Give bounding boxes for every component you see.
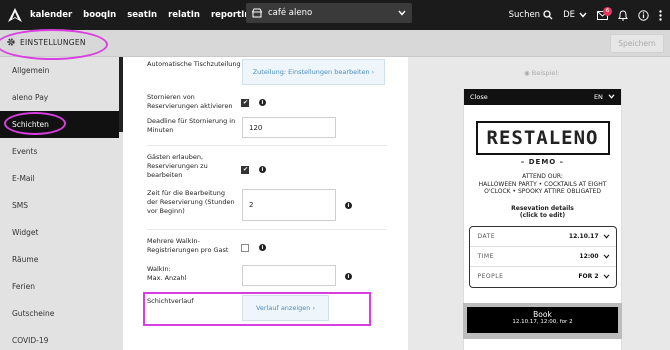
divider [147, 145, 387, 146]
row-key: TIME [477, 252, 494, 260]
notifications-button[interactable] [618, 9, 628, 21]
highlight-settings [0, 29, 108, 60]
reservation-details-table: DATE 12.10.17 TIME 12:00 PEOPLE FOR 2 [468, 225, 617, 288]
row-key: PEOPLE [477, 273, 504, 280]
chevron-down-icon [608, 94, 615, 99]
preview-caption: ◉ Beispiel: [524, 69, 559, 77]
logo-icon [8, 8, 22, 22]
sidebar-item-raeume[interactable]: Räume [0, 246, 123, 273]
widget-preview-panel: ◉ Beispiel: Close EN RESTALENO – DEMO – … [408, 57, 670, 350]
row-key: DATE [477, 232, 496, 240]
info-icon[interactable]: i [345, 273, 352, 280]
cancel-deadline-label: Deadline für Stornierung in Minuten [147, 117, 236, 134]
info-button[interactable] [638, 9, 649, 21]
book-summary: 12.10.17, 12:00, for 2 [512, 319, 573, 325]
book-button[interactable]: Book 12.10.17, 12:00, for 2 [467, 307, 618, 333]
demo-label: – DEMO – [520, 158, 565, 166]
edit-time-label: Zeit für die Bearbeitung der Reservierun… [147, 189, 235, 215]
nav-kalender[interactable]: kalender [30, 10, 72, 20]
highlight-schichten [4, 112, 66, 135]
chevron-down-icon [603, 253, 609, 259]
notification-badge: 6 [603, 6, 612, 16]
more-vertical-icon [659, 9, 662, 21]
info-circle-icon [638, 9, 649, 21]
chevron-down-icon [579, 12, 587, 18]
event-announcement: ATTEND OUR: HALLOWEEN PARTY • COCKTAILS … [478, 173, 607, 195]
search-label: Suchen [508, 10, 541, 20]
row-value: FOR 2 [578, 273, 599, 280]
sidebar-item-widget[interactable]: Widget [0, 219, 123, 246]
reservation-row-people[interactable]: PEOPLE FOR 2 [470, 267, 616, 287]
row-value: 12.10.17 [568, 232, 599, 240]
sidebar-item-aleno-pay[interactable]: aleno Pay [0, 84, 123, 111]
nav-seatin[interactable]: seatIn [127, 10, 157, 20]
top-bar: kalender booqIn seatIn relatIn reportIn … [0, 0, 670, 30]
search-button[interactable]: Suchen [509, 10, 553, 20]
chevron-down-icon [603, 233, 609, 239]
restaurant-logo: RESTALENO [475, 121, 610, 155]
venue-name: café aleno [268, 8, 313, 18]
sidebar-item-allgemein[interactable]: Allgemein [0, 57, 123, 84]
nav-reportin[interactable]: reportIn [211, 10, 250, 20]
widget-header: Close EN [464, 89, 621, 105]
edit-time-input[interactable]: 2 [242, 189, 336, 221]
book-bar: Book 12.10.17, 12:00, for 2 [463, 303, 622, 339]
info-icon[interactable]: i [259, 244, 266, 251]
walkin-max-label: WalkIn: Max. Anzahl [147, 265, 187, 282]
inbox-button[interactable]: 6 [597, 6, 612, 20]
walkin-max-input[interactable] [242, 265, 336, 286]
cancel-deadline-input[interactable]: 120 [242, 117, 336, 138]
eye-icon: ◉ [524, 69, 530, 77]
info-icon[interactable]: i [259, 99, 266, 106]
store-icon [252, 8, 262, 18]
info-icon[interactable]: i [259, 166, 266, 173]
cancel-reservations-checkbox[interactable] [241, 99, 249, 107]
multi-walkin-label: Mehrere WalkIn-Registrierungen pro Gast [147, 237, 229, 254]
venue-selector[interactable]: café aleno [246, 3, 412, 23]
language-label: DE [563, 10, 575, 20]
sidebar-item-gutscheine[interactable]: Gutscheine [0, 300, 123, 327]
widget-language-selector[interactable]: EN [594, 93, 615, 101]
reservation-row-date[interactable]: DATE 12.10.17 [469, 227, 616, 247]
sidebar-item-covid-19[interactable]: COVID-19 [0, 327, 123, 350]
book-label: Book [533, 310, 552, 319]
row-value: 12:00 [579, 252, 599, 260]
chevron-down-icon [398, 10, 406, 16]
chevron-down-icon [603, 274, 609, 279]
reservation-row-time[interactable]: TIME 12:00 [469, 247, 616, 267]
cancel-reservations-label: Stornieren von Reservierungen aktivieren [147, 93, 233, 110]
info-icon[interactable]: i [345, 202, 352, 209]
highlight-shift-history [143, 292, 371, 326]
multi-walkin-checkbox[interactable] [241, 244, 249, 252]
bell-icon [618, 9, 628, 20]
preview-caption-label: Beispiel: [531, 69, 560, 77]
sidebar-item-ferien[interactable]: Ferien [0, 273, 123, 300]
widget-language-label: EN [593, 93, 603, 101]
nav-booqin[interactable]: booqIn [83, 10, 116, 20]
settings-sidebar: Allgemein aleno Pay Schichten Events E-M… [0, 57, 123, 350]
top-right-tools: Suchen DE 6 [509, 0, 670, 30]
sidebar-item-email[interactable]: E-Mail [0, 165, 123, 192]
reservation-details-title[interactable]: Resevation details (click to edit) [464, 205, 621, 219]
sidebar-item-events[interactable]: Events [0, 138, 123, 165]
language-selector[interactable]: DE [563, 10, 587, 20]
nav-relatin[interactable]: relatIn [168, 10, 200, 20]
widget-close-button[interactable]: Close [470, 93, 488, 101]
guests-edit-checkbox[interactable] [241, 166, 249, 174]
divider [147, 229, 387, 230]
app-logo[interactable] [0, 0, 30, 30]
menu-button[interactable] [659, 9, 662, 21]
search-icon [543, 10, 553, 20]
auto-table-label: Automatische Tischzuteilung [147, 60, 241, 68]
auto-table-settings-link[interactable]: Zuteilung: Einstellungen bearbeiten › [242, 59, 385, 85]
guests-edit-label: Gästen erlauben, Reservierungen zu bearb… [147, 153, 208, 179]
save-button[interactable]: Speichern [610, 34, 664, 53]
sidebar-item-sms[interactable]: SMS [0, 192, 123, 219]
